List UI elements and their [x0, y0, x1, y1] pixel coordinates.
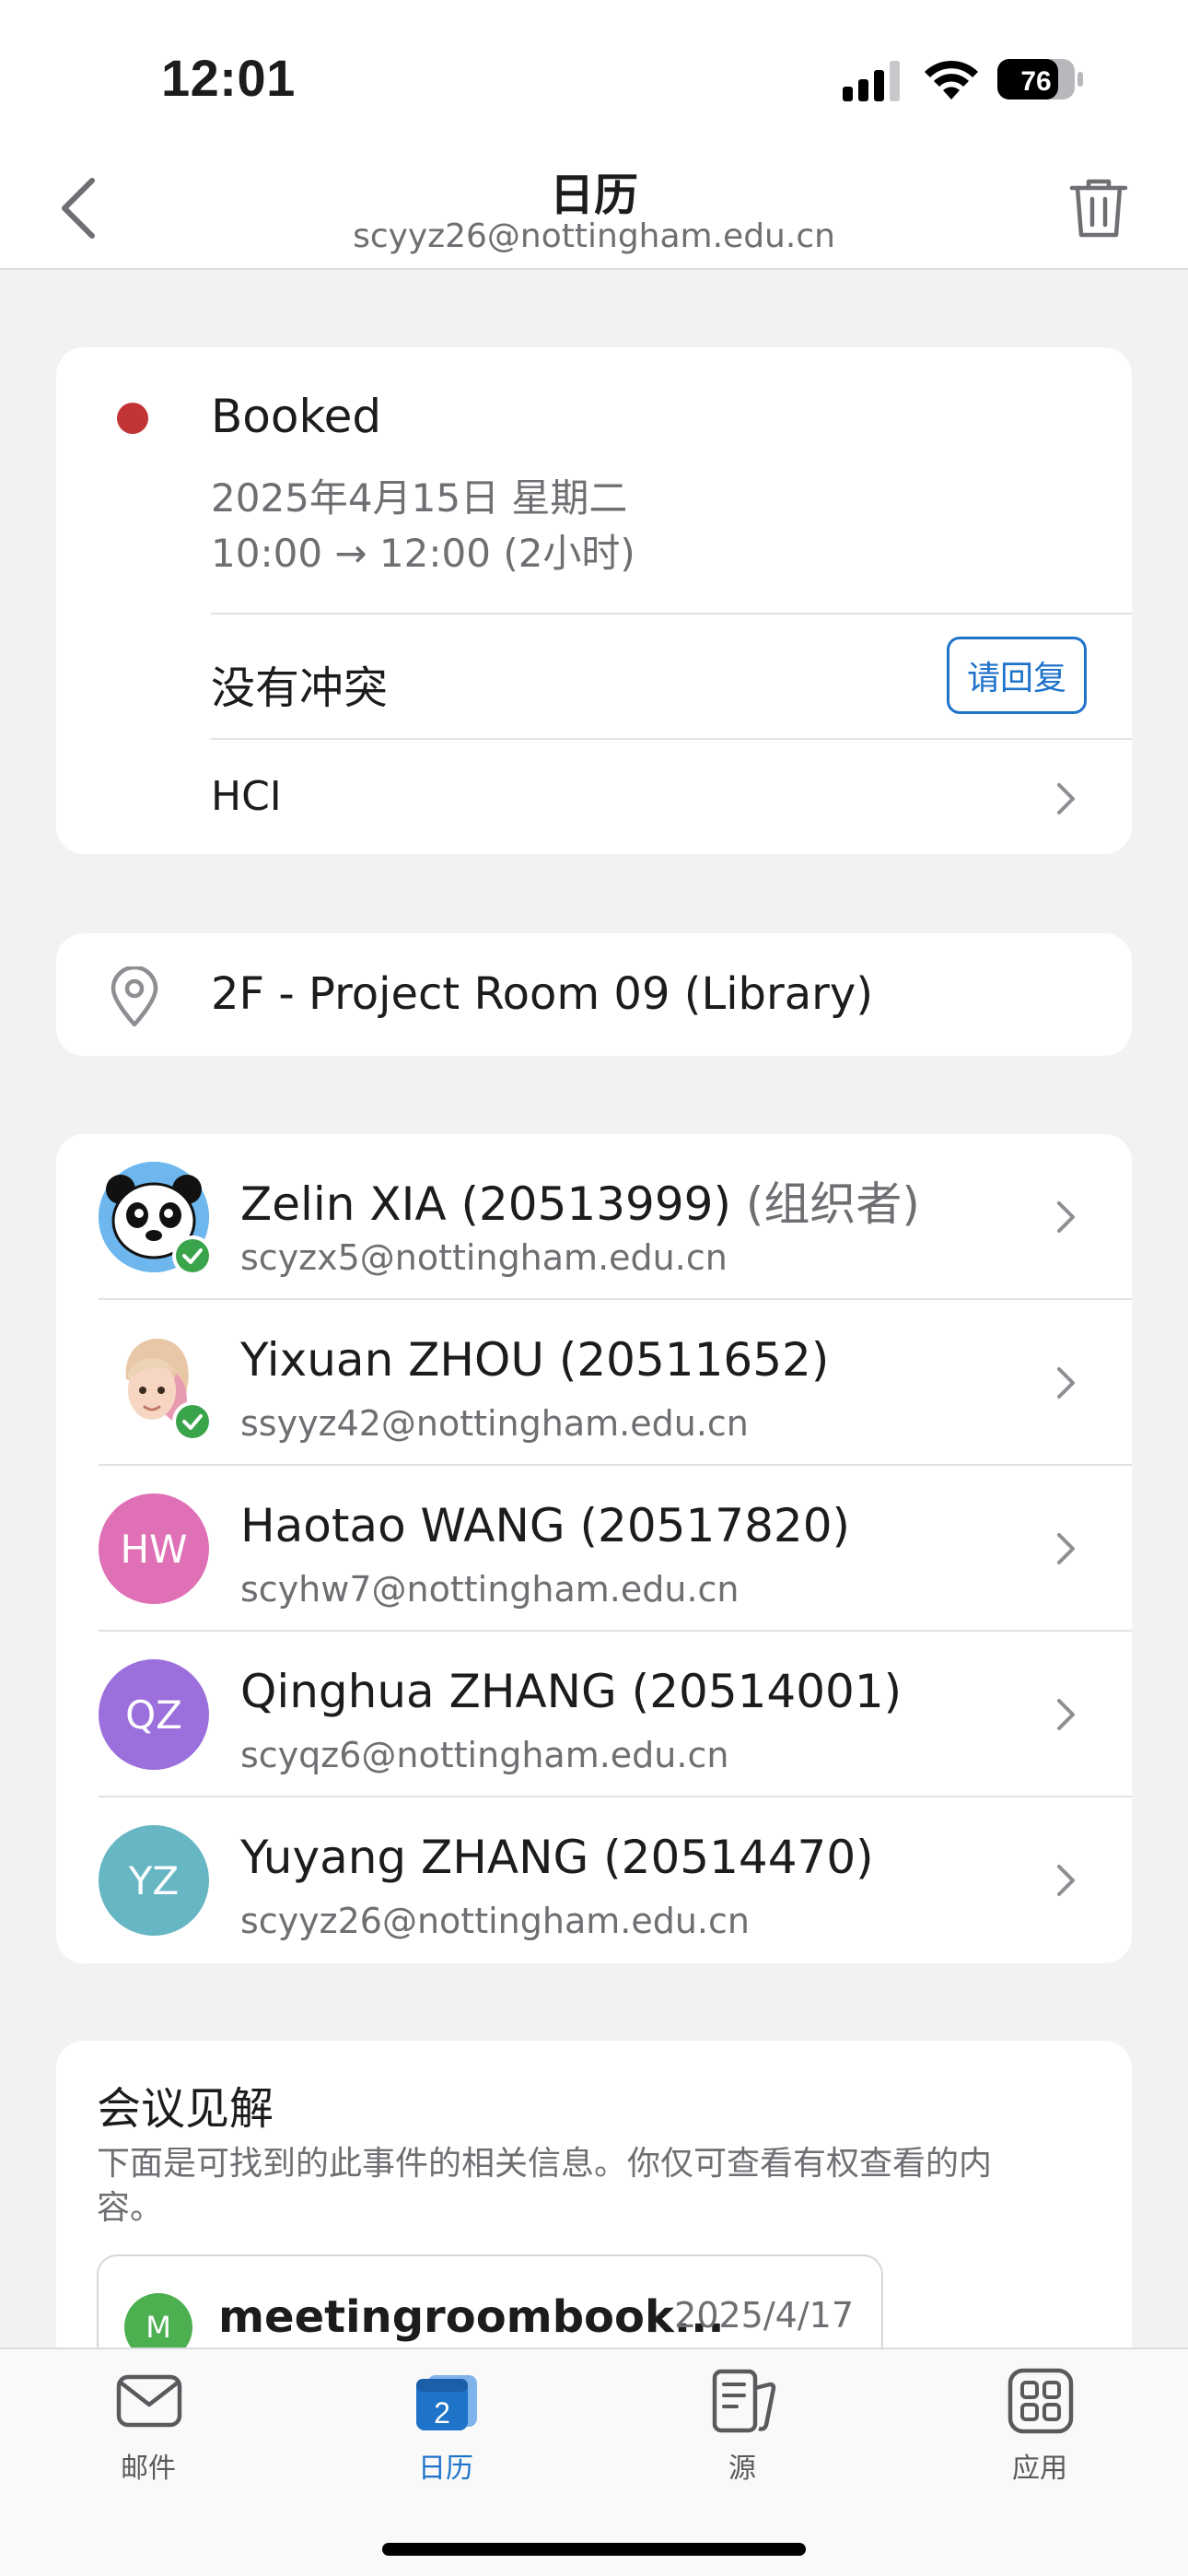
battery-level: 76	[1020, 66, 1051, 97]
attendees-card: Zelin XIA (20513999) (组织者) scyzx5@nottin…	[56, 1134, 1132, 1963]
attendee-email: scyqz6@nottingham.edu.cn	[240, 1735, 729, 1775]
cellular-signal-icon	[843, 61, 900, 101]
attendee-name: Qinghua ZHANG (20514001)	[240, 1665, 903, 1718]
accepted-badge	[172, 1235, 213, 1276]
calendar-badge: 2	[434, 2396, 450, 2430]
chevron-right-icon	[1057, 1699, 1075, 1730]
feed-icon	[712, 2369, 776, 2433]
event-time: 10:00 → 12:00 (2小时)	[211, 531, 635, 576]
location-card[interactable]: 2F - Project Room 09 (Library)	[56, 933, 1132, 1056]
attendee-email: scyhw7@nottingham.edu.cn	[240, 1569, 740, 1610]
attendee-avatar	[99, 1328, 213, 1442]
event-date: 2025年4月15日 星期二	[211, 475, 628, 521]
home-indicator[interactable]	[382, 2543, 806, 2556]
delete-button[interactable]	[1068, 177, 1129, 240]
insight-title: meetingroombook...	[218, 2291, 725, 2343]
tab-calendar[interactable]: 2 日历	[297, 2349, 594, 2515]
attendee-email: ssyyz42@nottingham.edu.cn	[240, 1403, 749, 1444]
tab-feed[interactable]: 源	[594, 2349, 891, 2515]
tab-label: 邮件	[121, 2453, 176, 2485]
chevron-right-icon	[1057, 1201, 1075, 1233]
attendee-name: Yixuan ZHOU (20511652)	[240, 1333, 830, 1387]
divider	[211, 613, 1132, 615]
attendee-name: Zelin XIA (20513999) (组织者)	[240, 1167, 920, 1234]
attendee-row[interactable]: QZ Qinghua ZHANG (20514001) scyqz6@notti…	[56, 1632, 1132, 1797]
attendee-avatar: YZ	[99, 1825, 209, 1936]
attendee-name: Yuyang ZHANG (20514470)	[240, 1831, 874, 1884]
tab-mail[interactable]: 邮件	[0, 2349, 297, 2515]
location-pin-icon	[111, 966, 158, 1027]
trash-icon	[1069, 179, 1128, 238]
attendee-name-text: Zelin XIA (20513999)	[240, 1177, 731, 1231]
insights-title: 会议见解	[97, 2083, 274, 2135]
tab-label: 日历	[418, 2453, 473, 2485]
page-title: 日历	[549, 170, 638, 221]
calendar-icon: 2	[416, 2375, 477, 2430]
event-title: Booked	[211, 390, 382, 443]
attendee-avatar	[99, 1162, 213, 1276]
category-label: HCI	[211, 773, 282, 820]
tab-apps[interactable]: 应用	[891, 2349, 1188, 2515]
chevron-right-icon	[1057, 1865, 1075, 1896]
battery-icon: 76	[996, 57, 1085, 101]
event-status-dot	[117, 403, 148, 434]
rsvp-button[interactable]: 请回复	[947, 637, 1087, 714]
location-text: 2F - Project Room 09 (Library)	[211, 968, 874, 1020]
tab-bar: 邮件 2 日历 源 应用	[0, 2348, 1188, 2576]
attendee-row[interactable]: Yixuan ZHOU (20511652) ssyyz42@nottingha…	[56, 1300, 1132, 1466]
attendee-row[interactable]: YZ Yuyang ZHANG (20514470) scyyz26@notti…	[56, 1797, 1132, 1963]
insight-date: 2025/4/17	[674, 2295, 854, 2336]
top-bar: 12:01 76 日历 scyyz26@nottingham.edu.cn	[0, 0, 1188, 270]
category-row[interactable]: HCI	[56, 740, 1132, 854]
insights-description: 下面是可找到的此事件的相关信息。你仅可查看有权查看的内容。	[97, 2145, 993, 2227]
conflict-status: 没有冲突	[211, 662, 389, 714]
mail-icon	[116, 2374, 182, 2428]
check-circle-icon	[176, 1405, 209, 1438]
chevron-right-icon	[1057, 1533, 1075, 1564]
status-time: 12:01	[161, 49, 296, 107]
organizer-tag: (组织者)	[745, 1177, 920, 1231]
apps-grid-icon	[1007, 2368, 1074, 2434]
check-circle-icon	[176, 1239, 209, 1272]
attendee-row[interactable]: Zelin XIA (20513999) (组织者) scyzx5@nottin…	[56, 1134, 1132, 1300]
attendee-avatar: QZ	[99, 1659, 209, 1770]
accepted-badge	[172, 1401, 213, 1442]
attendee-email: scyyz26@nottingham.edu.cn	[240, 1901, 750, 1941]
attendee-name: Haotao WANG (20517820)	[240, 1499, 851, 1552]
attendee-avatar: HW	[99, 1493, 209, 1604]
event-details-card: Booked 2025年4月15日 星期二 10:00 → 12:00 (2小时…	[56, 347, 1132, 854]
tab-label: 应用	[1012, 2453, 1067, 2485]
account-email: scyyz26@nottingham.edu.cn	[353, 217, 835, 255]
tab-label: 源	[728, 2453, 756, 2485]
chevron-right-icon	[1057, 783, 1075, 814]
wifi-icon	[925, 60, 978, 100]
chevron-right-icon	[1057, 1367, 1075, 1399]
attendee-email: scyzx5@nottingham.edu.cn	[240, 1237, 728, 1278]
attendee-row[interactable]: HW Haotao WANG (20517820) scyhw7@notting…	[56, 1466, 1132, 1632]
